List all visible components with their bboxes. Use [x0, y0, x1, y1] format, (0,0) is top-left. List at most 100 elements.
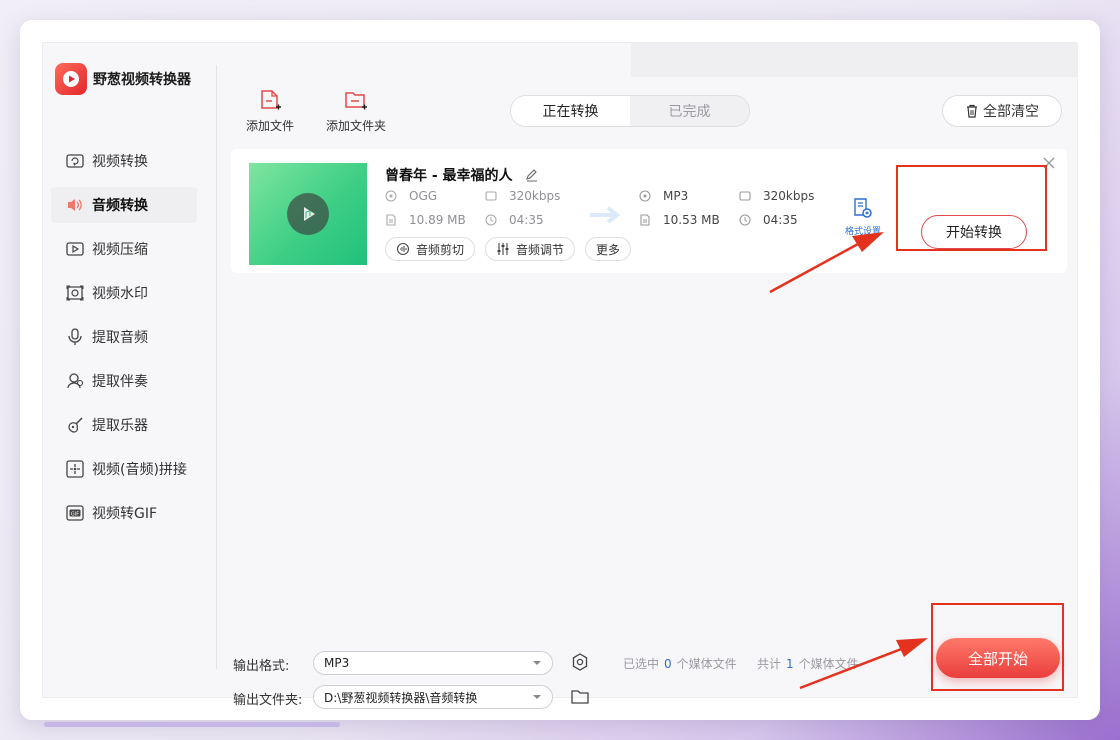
convert-arrow-icon	[588, 205, 621, 229]
edit-name-icon[interactable]	[525, 168, 539, 182]
scissors-icon	[396, 242, 410, 256]
target-duration: 04:35	[739, 213, 798, 227]
selected-suffix: 个媒体文件	[676, 657, 737, 671]
tab-converting[interactable]: 正在转换	[511, 96, 630, 126]
sidebar-item-extract-instrument[interactable]: 提取乐器	[51, 407, 197, 443]
scrollbar-thumb[interactable]	[44, 722, 340, 727]
target-format: MP3	[639, 189, 688, 203]
file-thumbnail[interactable]	[249, 163, 367, 265]
tab-done[interactable]: 已完成	[630, 96, 749, 126]
target-format-value: MP3	[663, 189, 689, 203]
sidebar-item-label: 视频(音频)拼接	[92, 462, 187, 478]
svg-text:GIF: GIF	[71, 511, 79, 517]
clear-all-button[interactable]: 全部清空	[942, 95, 1062, 127]
format-icon	[385, 190, 397, 202]
sidebar-item-video-convert[interactable]: 视频转换	[51, 143, 197, 179]
total-prefix: 共计	[757, 657, 782, 671]
gif-icon: GIF	[65, 503, 85, 523]
audio-cut-button[interactable]: 音频剪切	[385, 237, 476, 261]
total-count: 共计 1 个媒体文件	[757, 655, 859, 672]
sidebar: 野葱视频转换器 视频转换 音频转换 视频压缩 视频水印 提取音频 提取伴奏 提取…	[43, 43, 216, 697]
add-folder-icon	[344, 89, 368, 113]
size-icon	[639, 214, 651, 226]
clock-icon	[739, 214, 751, 226]
add-folder-label: 添加文件夹	[326, 119, 387, 133]
sidebar-item-gif[interactable]: GIF 视频转GIF	[51, 495, 197, 531]
output-format-label: 输出格式:	[233, 659, 290, 674]
sidebar-item-video-watermark[interactable]: 视频水印	[51, 275, 197, 311]
output-format-value: MP3	[324, 656, 350, 670]
sidebar-item-label: 视频水印	[92, 286, 148, 302]
highlight-box-start	[896, 165, 1047, 251]
more-label: 更多	[596, 242, 621, 257]
more-button[interactable]: 更多	[585, 237, 632, 261]
sidebar-item-extract-audio[interactable]: 提取音频	[51, 319, 197, 355]
selected-number: 0	[664, 657, 672, 671]
sidebar-item-label: 音频转换	[92, 198, 148, 214]
app-body: 野葱视频转换器 视频转换 音频转换 视频压缩 视频水印 提取音频 提取伴奏 提取…	[42, 42, 1078, 709]
play-icon	[287, 193, 329, 235]
sidebar-item-extract-accompaniment[interactable]: 提取伴奏	[51, 363, 197, 399]
source-duration-value: 04:35	[509, 213, 544, 227]
sidebar-item-label: 视频转GIF	[92, 506, 158, 522]
folder-icon[interactable]	[571, 689, 589, 705]
highlight-box-start-all	[931, 603, 1064, 691]
app-logo: 野葱视频转换器	[55, 63, 191, 95]
sidebar-item-video-compress[interactable]: 视频压缩	[51, 231, 197, 267]
add-file-button[interactable]: 添加文件	[246, 89, 294, 134]
sliders-icon	[496, 242, 510, 256]
sidebar-nav: 视频转换 音频转换 视频压缩 视频水印 提取音频 提取伴奏 提取乐器 视频(音频…	[51, 143, 197, 539]
add-file-icon	[259, 89, 281, 113]
format-settings-button[interactable]: 格式设置	[843, 197, 883, 237]
app-title: 野葱视频转换器	[93, 72, 191, 88]
clear-all-label: 全部清空	[983, 104, 1039, 120]
output-folder-value: D:\野葱视频转换器\音频转换	[324, 690, 478, 705]
target-bitrate-value: 320kbps	[763, 189, 815, 203]
selected-count: 已选中 0 个媒体文件	[623, 655, 737, 672]
audio-cut-label: 音频剪切	[416, 242, 465, 257]
target-size: 10.53 MB	[639, 213, 720, 227]
logo-icon	[55, 63, 87, 95]
extract-audio-icon	[65, 327, 85, 347]
extract-accompaniment-icon	[65, 371, 85, 391]
total-number: 1	[786, 657, 794, 671]
total-suffix: 个媒体文件	[798, 657, 859, 671]
chevron-down-icon	[532, 660, 542, 666]
audio-adjust-button[interactable]: 音频调节	[485, 237, 576, 261]
selected-prefix: 已选中	[623, 657, 660, 671]
size-icon	[385, 214, 397, 226]
trash-icon	[965, 104, 979, 118]
sidebar-item-label: 视频转换	[92, 154, 148, 170]
settings-gear-icon[interactable]	[571, 653, 589, 671]
output-folder-select[interactable]: D:\野葱视频转换器\音频转换	[313, 685, 553, 709]
file-name: 曾春年 - 最幸福的人	[385, 168, 513, 184]
audio-adjust-label: 音频调节	[516, 242, 565, 257]
sidebar-item-label: 视频压缩	[92, 242, 148, 258]
sidebar-item-label: 提取乐器	[92, 418, 148, 434]
output-folder-label: 输出文件夹:	[233, 693, 303, 708]
source-format-value: OGG	[409, 189, 438, 203]
add-folder-button[interactable]: 添加文件夹	[326, 89, 386, 134]
format-settings-icon	[853, 197, 873, 222]
video-convert-icon	[65, 151, 85, 171]
sidebar-item-label: 提取音频	[92, 330, 148, 346]
bitrate-icon	[739, 190, 751, 202]
source-bitrate-value: 320kbps	[509, 189, 561, 203]
source-format: OGG	[385, 189, 437, 203]
extract-instrument-icon	[65, 415, 85, 435]
target-size-value: 10.53 MB	[663, 213, 720, 227]
audio-convert-icon	[65, 195, 85, 215]
merge-icon	[65, 459, 85, 479]
clock-icon	[485, 214, 497, 226]
sidebar-item-audio-convert[interactable]: 音频转换	[51, 187, 197, 223]
sidebar-item-merge[interactable]: 视频(音频)拼接	[51, 451, 197, 487]
bitrate-icon	[485, 190, 497, 202]
target-duration-value: 04:35	[763, 213, 798, 227]
output-format-select[interactable]: MP3	[313, 651, 553, 675]
source-size: 10.89 MB	[385, 213, 466, 227]
status-tabs: 正在转换 已完成	[510, 95, 750, 127]
source-size-value: 10.89 MB	[409, 213, 466, 227]
add-file-label: 添加文件	[246, 119, 295, 133]
file-title: 曾春年 - 最幸福的人	[385, 165, 539, 185]
chevron-down-icon	[532, 694, 542, 700]
